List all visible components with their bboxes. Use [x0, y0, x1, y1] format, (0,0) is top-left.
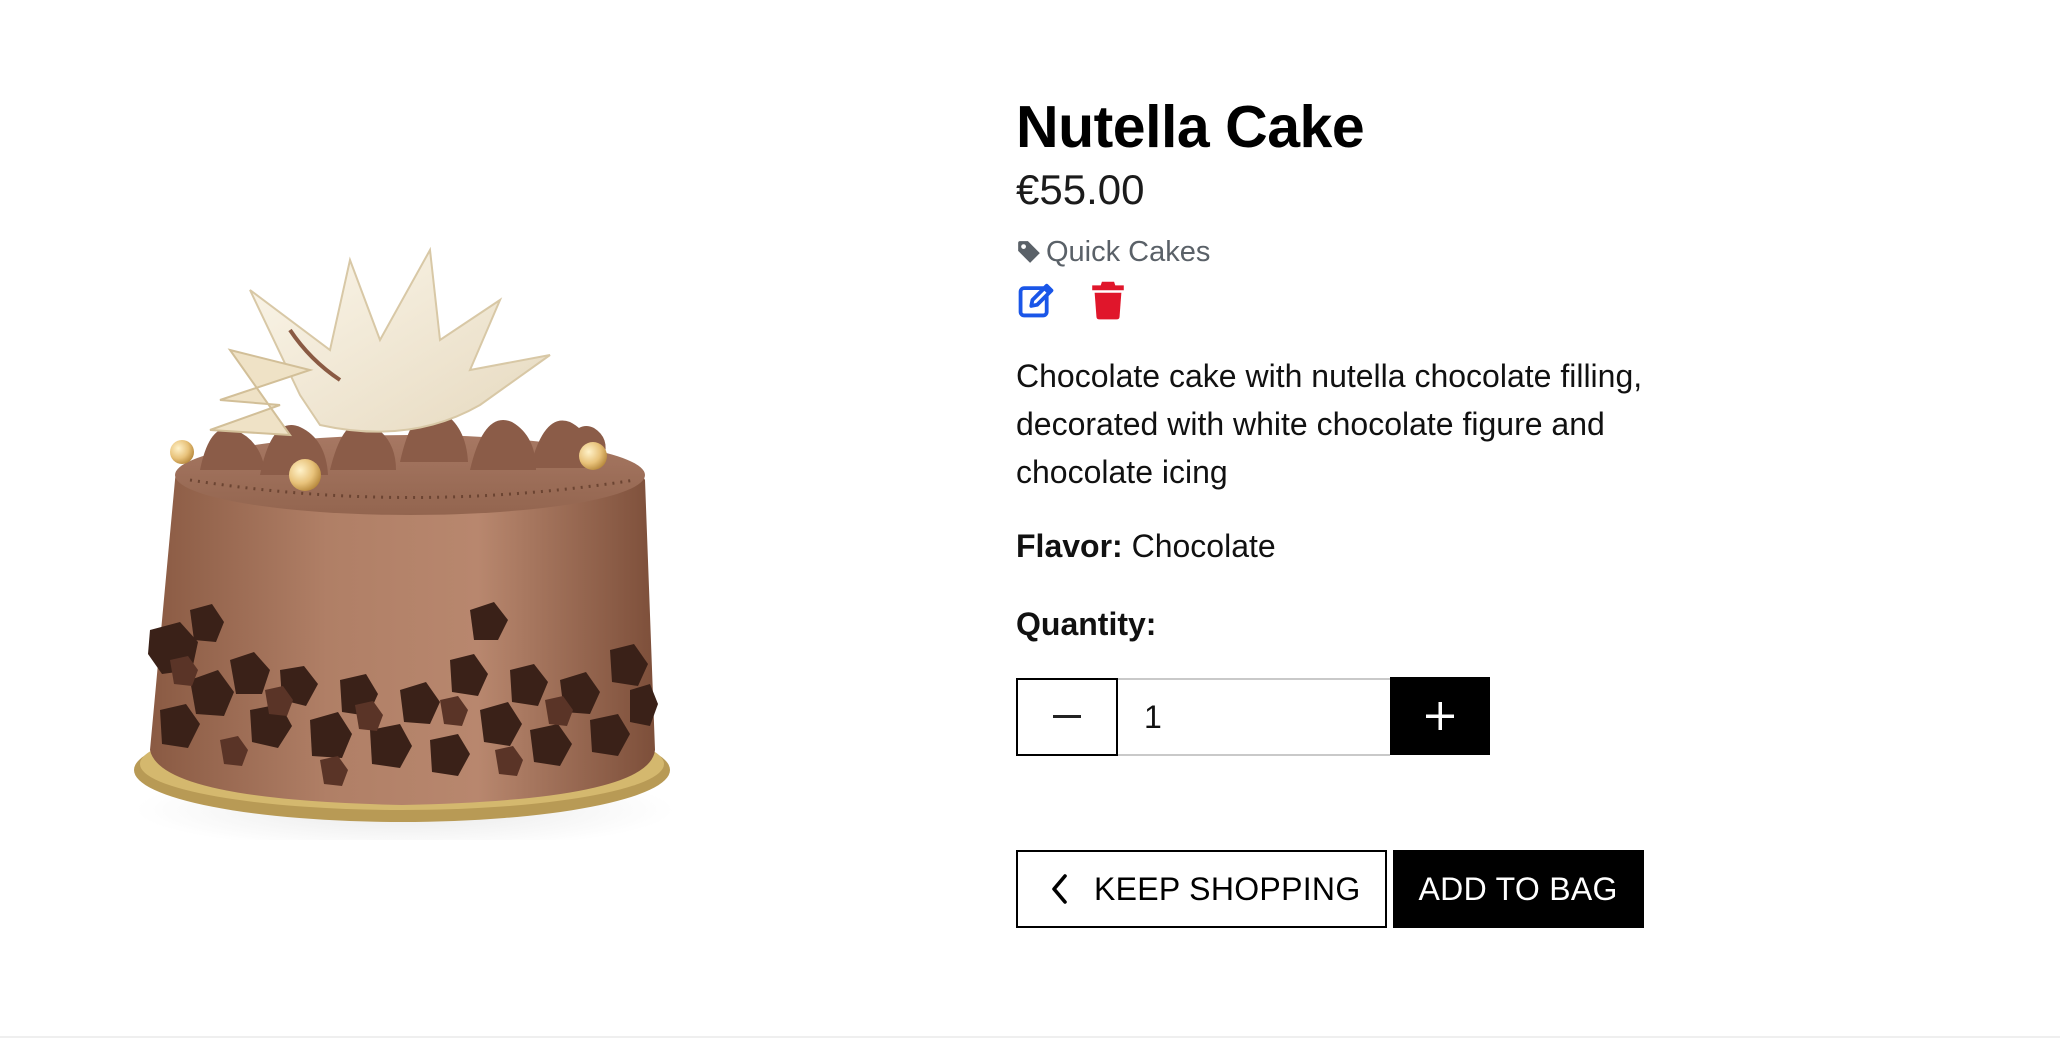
product-detail-page: Nutella Cake €55.00 Quick Cakes Chocolat…	[0, 0, 2060, 1038]
keep-shopping-button[interactable]: KEEP SHOPPING	[1016, 850, 1387, 928]
product-price: €55.00	[1016, 166, 1145, 213]
quantity-stepper	[1016, 677, 1776, 756]
trash-icon	[1091, 280, 1125, 320]
increment-quantity-button[interactable]	[1390, 677, 1490, 755]
quantity-input[interactable]	[1118, 678, 1390, 756]
edit-icon	[1017, 281, 1055, 319]
category-link[interactable]: Quick Cakes	[1046, 236, 1210, 269]
product-category: Quick Cakes	[1016, 234, 1776, 270]
product-title: Nutella Cake	[1016, 94, 1365, 160]
delete-product-button[interactable]	[1088, 278, 1128, 322]
edit-product-button[interactable]	[1016, 278, 1056, 322]
product-flavor: Flavor: Chocolate	[1016, 522, 1776, 570]
keep-shopping-label: KEEP SHOPPING	[1094, 870, 1361, 907]
action-buttons: KEEP SHOPPING ADD TO BAG	[1016, 850, 1776, 928]
add-to-bag-button[interactable]: ADD TO BAG	[1392, 850, 1644, 928]
flavor-label: Flavor:	[1016, 528, 1123, 564]
minus-icon	[1053, 715, 1081, 719]
chevron-left-icon	[1050, 873, 1070, 905]
product-image	[130, 230, 690, 840]
tag-icon	[1016, 239, 1042, 265]
decrement-quantity-button[interactable]	[1016, 678, 1118, 756]
product-description: Chocolate cake with nutella chocolate fi…	[1016, 358, 1643, 490]
add-to-bag-label: ADD TO BAG	[1418, 870, 1618, 907]
product-details: Nutella Cake €55.00 Quick Cakes Chocolat…	[1016, 92, 1776, 928]
plus-icon	[1426, 702, 1454, 730]
quantity-label: Quantity:	[1016, 606, 1157, 642]
admin-actions	[1016, 278, 1776, 322]
cake-illustration	[134, 246, 675, 840]
flavor-value: Chocolate	[1131, 528, 1276, 564]
